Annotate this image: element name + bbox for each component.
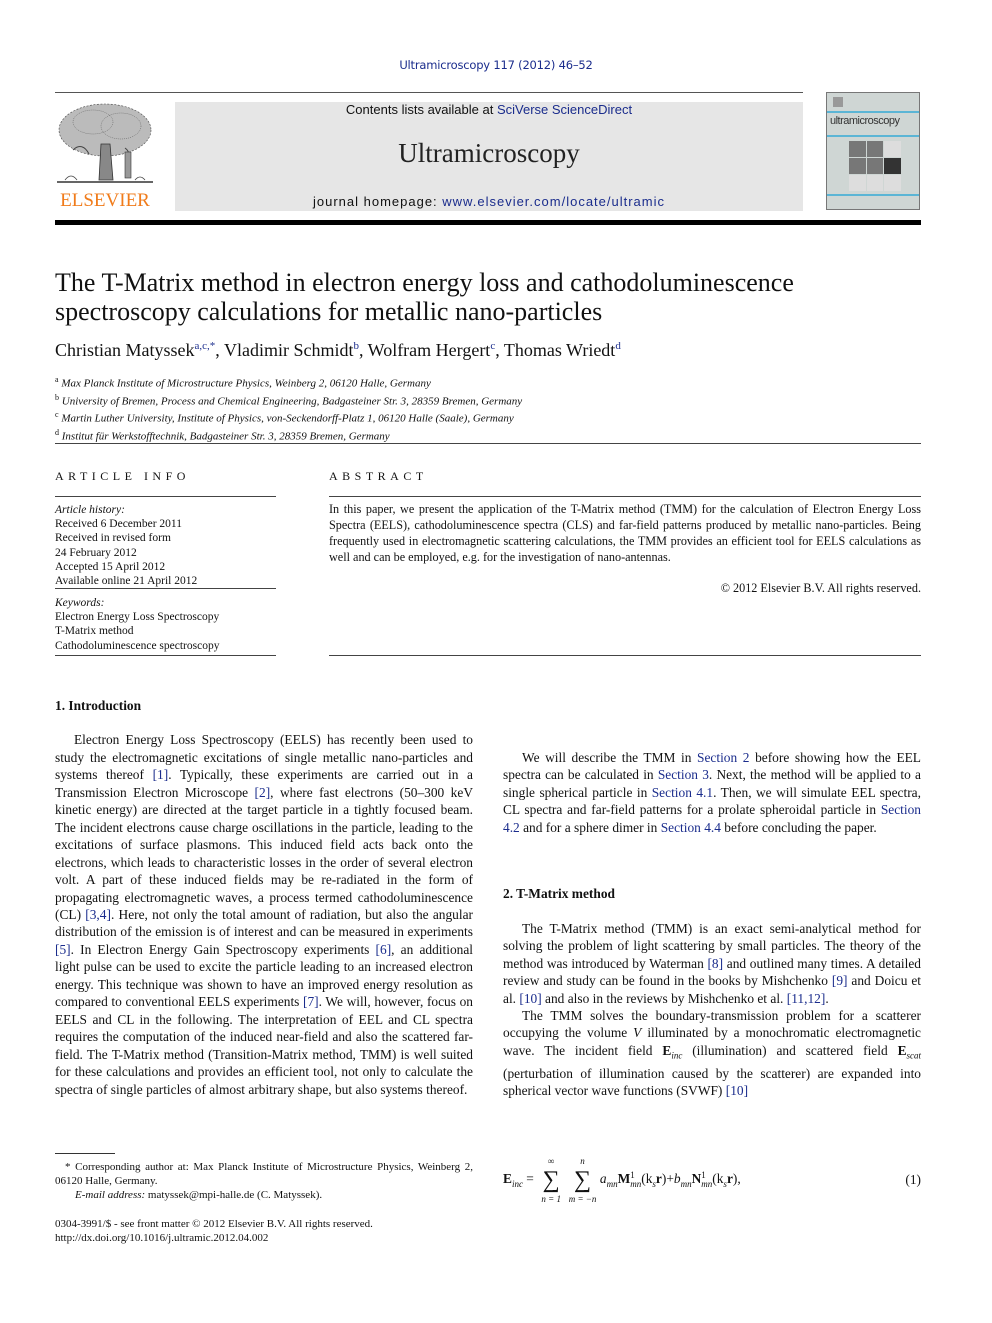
corresponding-author-note: * Corresponding author at: Max Planck In… <box>55 1161 473 1187</box>
abstract-text: In this paper, we present the applicatio… <box>329 502 921 564</box>
reference-link[interactable]: [7] <box>303 994 319 1009</box>
divider <box>55 496 276 497</box>
divider <box>329 496 921 497</box>
author-name: Thomas Wriedt <box>503 340 616 360</box>
reference-link[interactable]: [9] <box>832 973 848 988</box>
history-item: Received in revised form <box>55 532 171 545</box>
article-history: Article history: Received 6 December 201… <box>55 503 276 588</box>
section-link[interactable]: Section 2 <box>697 750 749 765</box>
reference-link[interactable]: [10] <box>519 991 541 1006</box>
intro-paragraph: We will describe the TMM in Section 2 be… <box>503 750 921 835</box>
reference-link[interactable]: [1] <box>153 767 169 782</box>
history-item: 24 February 2012 <box>55 546 137 559</box>
keywords: Keywords: Electron Energy Loss Spectrosc… <box>55 596 276 653</box>
divider <box>55 588 276 589</box>
author-affiliation-link[interactable]: c <box>490 340 495 352</box>
cover-title: ultramicroscopy <box>830 115 900 127</box>
author-affiliation-link[interactable]: d <box>615 340 621 352</box>
email-note: E-mail address: matyssek@mpi-halle.de (C… <box>75 1189 323 1201</box>
section-link[interactable]: Section 4.1 <box>652 785 713 800</box>
cover-logo-icon <box>833 97 843 107</box>
journal-cover-thumbnail[interactable]: ultramicroscopy <box>826 92 920 210</box>
intro-paragraph: Electron Energy Loss Spectroscopy (EELS)… <box>55 732 473 1097</box>
keywords-label: Keywords: <box>55 597 105 609</box>
history-item: Accepted 15 April 2012 <box>55 560 166 573</box>
author-affiliation-link[interactable]: b <box>353 340 359 352</box>
divider <box>55 443 921 444</box>
affiliation: a Max Planck Institute of Microstructure… <box>55 375 431 390</box>
reference-link[interactable]: [5] <box>55 942 71 957</box>
history-label: Article history: <box>55 504 125 516</box>
section-link[interactable]: Section 4.4 <box>661 820 721 835</box>
cover-stripe <box>827 194 919 196</box>
elsevier-tree-icon <box>57 103 153 183</box>
journal-banner: Contents lists available at SciVerse Sci… <box>175 102 803 211</box>
equation-number: (1) <box>905 1172 921 1187</box>
journal-citation[interactable]: Ultramicroscopy 117 (2012) 46–52 <box>0 58 992 72</box>
article-info-heading: ARTICLE INFO <box>55 469 190 483</box>
affiliation: d Institut für Werkstofftechnik, Badgast… <box>55 427 390 443</box>
author-name: Vladimir Schmidt <box>223 340 354 360</box>
reference-link[interactable]: [3,4] <box>85 907 111 922</box>
history-item: Available online 21 April 2012 <box>55 575 198 588</box>
doi-link[interactable]: http://dx.doi.org/10.1016/j.ultramic.201… <box>55 1231 373 1245</box>
author-list: Christian Matysseka,c,*, Vladimir Schmid… <box>55 340 621 360</box>
author-name: Christian Matyssek <box>55 340 195 360</box>
journal-title: Ultramicroscopy <box>398 138 580 168</box>
publication-info: 0304-3991/$ - see front matter © 2012 El… <box>55 1217 373 1245</box>
contents-availability: Contents lists available at SciVerse Sci… <box>175 102 803 117</box>
tmatrix-paragraph: The T-Matrix method (TMM) is an exact se… <box>503 920 922 1006</box>
article-title: The T-Matrix method in electron energy l… <box>55 268 794 326</box>
reference-link[interactable]: [8] <box>707 956 723 971</box>
left-column: 1. Introduction Electron Energy Loss Spe… <box>55 697 473 1106</box>
reference-link[interactable]: [11,12] <box>787 991 826 1006</box>
keyword: T-Matrix method <box>55 625 134 638</box>
header-thick-rule <box>55 220 921 225</box>
abstract-heading: ABSTRACT <box>329 469 428 483</box>
section-link[interactable]: Section 3 <box>658 767 709 782</box>
header-rule <box>55 92 803 93</box>
section-heading-introduction: 1. Introduction <box>55 698 142 713</box>
intro-continuation: . We will, however, focus on EELS and CL… <box>503 697 921 749</box>
tmatrix-paragraph: The TMM solves the boundary-transmission… <box>503 1007 921 1099</box>
right-column: . We will, however, focus on EELS and CL… <box>503 697 921 1100</box>
issn-line: 0304-3991/$ - see front matter © 2012 El… <box>55 1218 373 1230</box>
keyword: Electron Energy Loss Spectroscopy <box>55 611 220 624</box>
reference-link[interactable]: [2] <box>255 785 271 800</box>
author-name: Wolfram Hergert <box>367 340 491 360</box>
abstract-copyright: © 2012 Elsevier B.V. All rights reserved… <box>720 581 921 595</box>
equation-1: Einc = ∞ ∑ n = 1 n ∑ m = −n amnM1 mn(ksr)+bmn… <box>503 1156 921 1206</box>
affiliations: a Max Planck Institute of Microstructure… <box>55 373 522 444</box>
affiliation: b University of Bremen, Process and Chem… <box>55 392 523 408</box>
cover-stripe <box>827 135 919 137</box>
email-link[interactable]: matyssek@mpi-halle.de (C. Matyssek). <box>145 1189 322 1201</box>
homepage-prefix: journal homepage: <box>312 194 443 209</box>
reference-link[interactable]: [10] <box>726 1083 748 1098</box>
author-affiliation-link[interactable]: a,c,* <box>195 340 216 352</box>
sum-symbol: n ∑ m = −n <box>568 1156 597 1204</box>
reference-link[interactable]: [6] <box>376 942 392 957</box>
keyword: Cathodoluminescence spectroscopy <box>55 639 220 652</box>
elsevier-wordmark: ELSEVIER <box>60 190 150 211</box>
section-heading-tmatrix: 2. T-Matrix method <box>503 886 615 902</box>
sum-symbol: ∞ ∑ n = 1 <box>541 1156 561 1204</box>
history-item: Received 6 December 2011 <box>55 518 182 531</box>
cover-image-grid <box>849 141 901 191</box>
equation-body: Einc = ∞ ∑ n = 1 n ∑ m = −n amnM1 mn(ksr)+bmn… <box>503 1156 741 1204</box>
sciencedirect-link[interactable]: SciVerse ScienceDirect <box>497 102 632 117</box>
affiliation: c Martin Luther University, Institute of… <box>55 410 514 425</box>
divider <box>329 655 921 656</box>
footnote-rule <box>55 1153 115 1154</box>
elsevier-logo[interactable]: ELSEVIER <box>55 100 155 212</box>
journal-homepage: journal homepage: www.elsevier.com/locat… <box>175 194 803 209</box>
homepage-link[interactable]: www.elsevier.com/locate/ultramic <box>442 194 665 209</box>
divider <box>55 655 276 656</box>
cover-stripe <box>827 111 919 113</box>
footnotes: * Corresponding author at: Max Planck In… <box>55 1153 473 1202</box>
contents-prefix: Contents lists available at <box>345 102 497 117</box>
